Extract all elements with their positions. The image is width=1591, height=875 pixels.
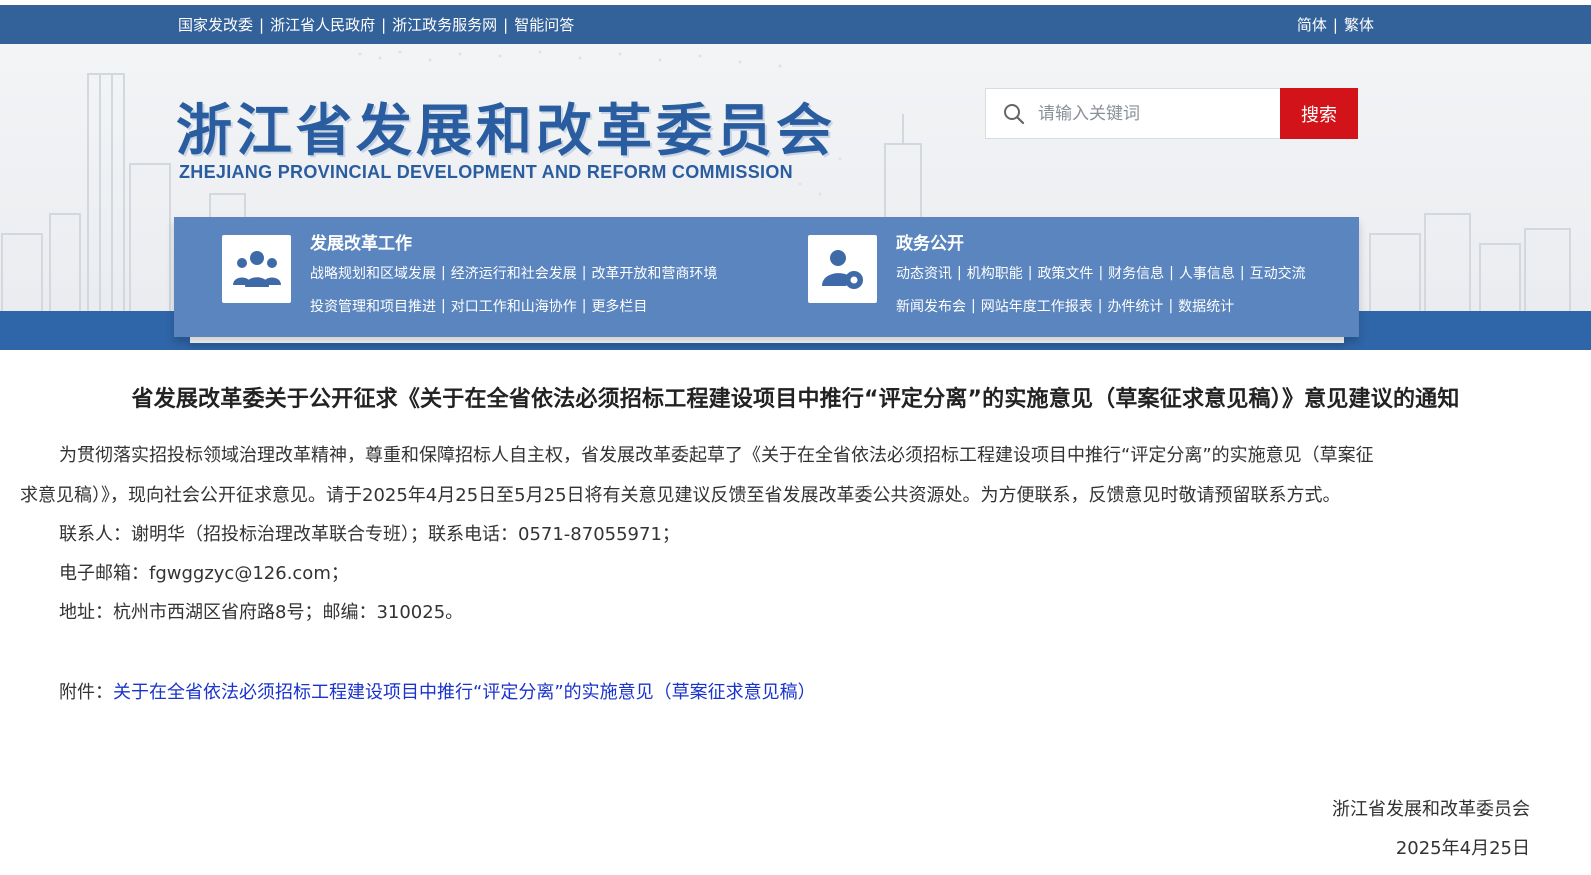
email-info: 电子邮箱：fgwggzyc@126.com； <box>59 563 349 584</box>
separator: | <box>957 265 962 281</box>
site-logo-title[interactable]: 浙江省发展和改革委员会 <box>176 86 836 167</box>
nav-panel-shadow <box>190 337 1344 343</box>
separator: | <box>503 15 509 34</box>
separator: | <box>581 265 587 281</box>
nav-link-investment[interactable]: 投资管理和项目推进 <box>310 296 436 316</box>
separator: | <box>259 15 265 34</box>
search-button[interactable]: 搜索 <box>1280 88 1358 139</box>
nav-title-development[interactable]: 发展改革工作 <box>310 229 412 254</box>
nav-panel: 发展改革工作 战略规划和区域发展 | 经济运行和社会发展 | 改革开放和营商环境… <box>174 217 1359 337</box>
header-banner: 浙江省发展和改革委员会 ZHEJIANG PROVINCIAL DEVELOPM… <box>0 44 1591 350</box>
nav-link-press[interactable]: 新闻发布会 <box>896 296 966 316</box>
user-gear-icon <box>821 250 863 289</box>
toplink-zj-service[interactable]: 浙江政务服务网 <box>392 14 497 35</box>
lang-simplified[interactable]: 简体 <box>1297 14 1327 35</box>
site-logo-subtitle: ZHEJIANG PROVINCIAL DEVELOPMENT AND REFO… <box>179 162 793 182</box>
address-info: 地址：杭州市西湖区省府路8号；邮编：310025。 <box>59 602 464 623</box>
nav-link-personnel[interactable]: 人事信息 <box>1179 263 1235 283</box>
nav-link-policy[interactable]: 政策文件 <box>1037 263 1093 283</box>
nav-link-functions[interactable]: 机构职能 <box>967 263 1023 283</box>
search-input[interactable] <box>1036 97 1276 131</box>
nav-link-annual-report[interactable]: 网站年度工作报表 <box>981 296 1093 316</box>
nav-icon-box[interactable] <box>808 235 877 303</box>
nav-link-cooperation[interactable]: 对口工作和山海协作 <box>451 296 577 316</box>
top-links: 国家发改委 | 浙江省人民政府 | 浙江政务服务网 | 智能问答 <box>178 14 574 35</box>
separator: | <box>971 298 976 314</box>
separator: | <box>381 15 387 34</box>
nav-link-finance[interactable]: 财务信息 <box>1108 263 1164 283</box>
nav-line: 战略规划和区域发展 | 经济运行和社会发展 | 改革开放和营商环境 <box>310 263 717 283</box>
signature: 浙江省发展和改革委员会 <box>1332 799 1530 820</box>
nav-link-strategy[interactable]: 战略规划和区域发展 <box>310 263 436 283</box>
separator: | <box>441 265 446 281</box>
nav-link-more[interactable]: 更多栏目 <box>591 296 647 316</box>
nav-icon-box[interactable] <box>222 235 291 303</box>
separator: | <box>1332 15 1338 34</box>
separator: | <box>1027 265 1033 281</box>
nav-line: 动态资讯 | 机构职能 | 政策文件 | 财务信息 | 人事信息 | 互动交流 <box>896 263 1306 283</box>
language-switch: 简体 | 繁体 <box>1297 14 1374 35</box>
search-icon <box>1004 104 1025 125</box>
nav-title-gov-affairs[interactable]: 政务公开 <box>896 229 964 254</box>
top-bar: 国家发改委 | 浙江省人民政府 | 浙江政务服务网 | 智能问答 简体 | 繁体 <box>0 5 1591 44</box>
attachment-row: 附件：关于在全省依法必须招标工程建设项目中推行“评定分离”的实施意见（草案征求意… <box>59 678 816 704</box>
separator: | <box>1098 265 1104 281</box>
lang-traditional[interactable]: 繁体 <box>1344 14 1374 35</box>
nav-line: 投资管理和项目推进 | 对口工作和山海协作 | 更多栏目 <box>310 296 647 316</box>
article-paragraph-line: 为贯彻落实招投标领域治理改革精神，尊重和保障招标人自主权，省发展改革委起草了《关… <box>59 445 1374 466</box>
toplink-zj-gov[interactable]: 浙江省人民政府 <box>270 14 375 35</box>
separator: | <box>1239 265 1245 281</box>
toplink-ndrc[interactable]: 国家发改委 <box>178 14 253 35</box>
nav-link-interaction[interactable]: 互动交流 <box>1250 263 1306 283</box>
publish-date: 2025年4月25日 <box>1395 838 1530 859</box>
nav-line: 新闻发布会 | 网站年度工作报表 | 办件统计 | 数据统计 <box>896 296 1234 316</box>
separator: | <box>441 298 446 314</box>
toplink-smart-qa[interactable]: 智能问答 <box>514 14 574 35</box>
separator: | <box>1169 265 1174 281</box>
people-group-icon <box>232 251 281 287</box>
separator: | <box>581 298 587 314</box>
attachment-link[interactable]: 关于在全省依法必须招标工程建设项目中推行“评定分离”的实施意见（草案征求意见稿） <box>113 682 816 703</box>
attachment-label: 附件： <box>59 682 113 703</box>
separator: | <box>1168 298 1174 314</box>
nav-link-reform[interactable]: 改革开放和营商环境 <box>591 263 717 283</box>
separator: | <box>1097 298 1103 314</box>
search-box: 搜索 <box>985 88 1358 139</box>
nav-link-news[interactable]: 动态资讯 <box>896 263 952 283</box>
article-paragraph-line: 求意见稿）》，现向社会公开征求意见。请于2025年4月25日至5月25日将有关意… <box>20 485 1341 506</box>
nav-link-case-stats[interactable]: 办件统计 <box>1107 296 1163 316</box>
article-title: 省发展改革委关于公开征求《关于在全省依法必须招标工程建设项目中推行“评定分离”的… <box>131 387 1460 412</box>
contact-info: 联系人：谢明华（招投标治理改革联合专班）；联系电话：0571-87055971； <box>59 524 680 545</box>
nav-link-economy[interactable]: 经济运行和社会发展 <box>451 263 577 283</box>
nav-link-data-stats[interactable]: 数据统计 <box>1178 296 1234 316</box>
